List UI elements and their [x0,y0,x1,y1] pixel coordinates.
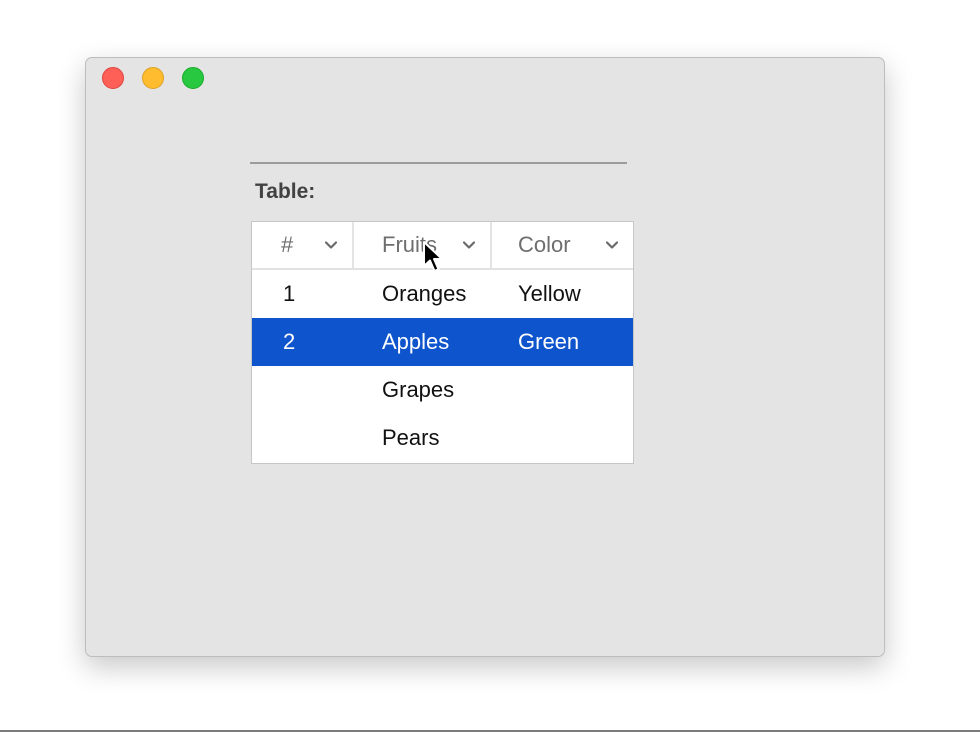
table-label: Table: [255,180,316,203]
table-row[interactable]: 1 Oranges Yellow [252,270,633,318]
zoom-window-button[interactable] [182,67,204,89]
cell-fruit: Grapes [382,377,455,402]
minimize-window-button[interactable] [142,67,164,89]
close-window-button[interactable] [102,67,124,89]
table-row[interactable]: Pears [252,414,633,462]
column-header-color[interactable]: Color [492,222,633,268]
cell-number: 1 [283,281,296,306]
cell-color: Green [518,329,580,354]
column-header-number[interactable]: # [252,222,354,268]
table-row-selected[interactable]: 2 Apples Green [252,318,633,366]
column-header-label: # [281,232,294,257]
cell-fruit: Apples [382,329,450,354]
chevron-down-icon[interactable] [324,238,338,252]
separator-line [250,162,627,164]
cell-number: 2 [283,329,296,354]
cell-fruit: Oranges [382,281,467,306]
column-header-label: Color [518,232,571,257]
traffic-lights [102,67,222,89]
arrow-pointer-icon [423,241,443,272]
table-row[interactable]: Grapes [252,366,633,414]
cell-color: Yellow [518,281,581,306]
chevron-down-icon[interactable] [462,238,476,252]
cell-fruit: Pears [382,425,440,450]
chevron-down-icon[interactable] [605,238,619,252]
app-window: Table: # Fruits Color 1 Oranges Yellow 2… [85,57,885,657]
